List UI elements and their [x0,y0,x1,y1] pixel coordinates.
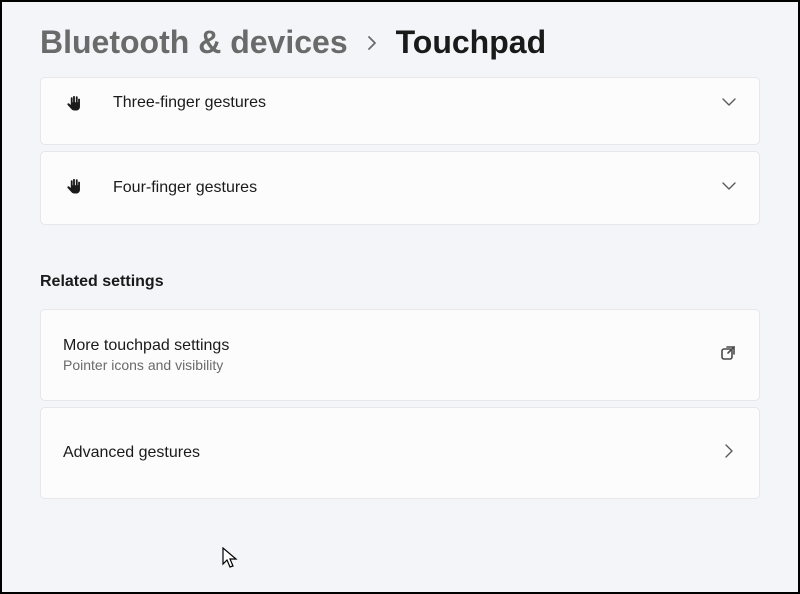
section-header-related: Related settings [40,273,760,291]
breadcrumb-current: Touchpad [396,24,547,61]
card-title: Three-finger gestures [113,94,721,112]
related-card-more-touchpad[interactable]: More touchpad settings Pointer icons and… [40,309,760,401]
card-title: Four-finger gestures [113,179,721,197]
chevron-down-icon [721,94,737,115]
card-title: More touchpad settings [63,337,719,355]
breadcrumb: Bluetooth & devices Touchpad [40,2,760,77]
chevron-down-icon [721,178,737,199]
gesture-card-four-finger[interactable]: Four-finger gestures [40,151,760,225]
gesture-card-three-finger[interactable]: Three-finger gestures [40,77,760,145]
hand-icon [63,177,85,199]
hand-icon [63,94,85,116]
related-card-advanced-gestures[interactable]: Advanced gestures [40,407,760,499]
chevron-right-icon [721,443,737,464]
cursor-icon [222,547,240,576]
breadcrumb-parent[interactable]: Bluetooth & devices [40,24,348,61]
card-title: Advanced gestures [63,444,721,462]
external-link-icon [719,344,737,367]
card-subtitle: Pointer icons and visibility [63,357,719,373]
chevron-right-icon [364,35,380,51]
